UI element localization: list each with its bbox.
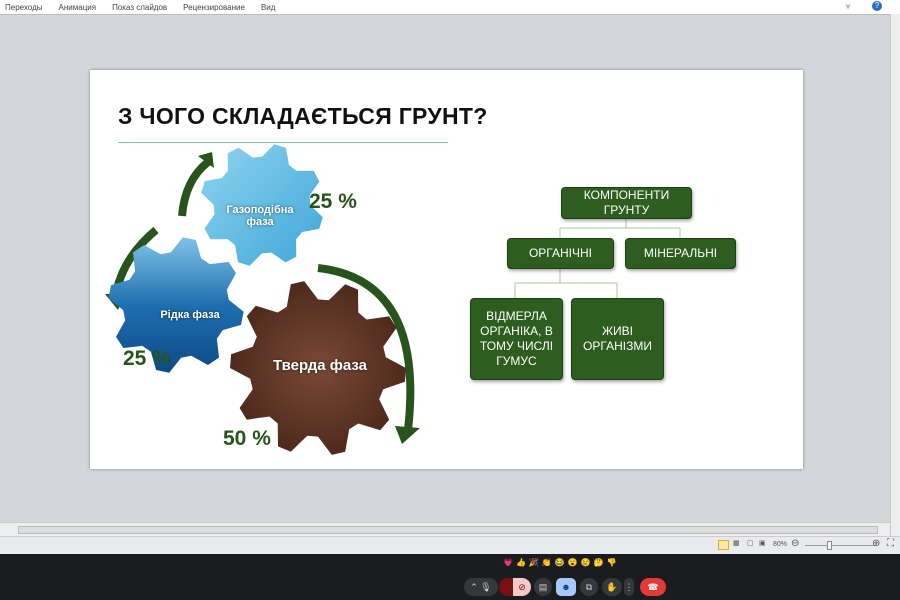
menu-slideshow[interactable]: Показ слайдов bbox=[112, 3, 167, 12]
scroll-thumb[interactable] bbox=[18, 526, 878, 534]
reading-view-button[interactable]: ▢ bbox=[747, 539, 754, 547]
normal-view-button[interactable] bbox=[718, 540, 729, 550]
camera-off-button[interactable]: ⊘ bbox=[499, 578, 531, 596]
horizontal-scrollbar[interactable] bbox=[0, 522, 890, 536]
emoji-button[interactable]: ☻ bbox=[556, 578, 576, 596]
menu-transitions[interactable]: Переходы bbox=[5, 3, 43, 12]
node-organic: ОРГАНІЧНІ bbox=[507, 238, 614, 269]
slideshow-button[interactable]: ▣ bbox=[759, 539, 766, 547]
menu-review[interactable]: Рецензирование bbox=[183, 3, 245, 12]
slide: З ЧОГО СКЛАДАЄТЬСЯ ГРУНТ? Газоподібна фа… bbox=[90, 70, 803, 469]
end-call-button[interactable]: ☎ bbox=[640, 578, 666, 596]
reactions-bar[interactable]: 💗👍🎉👏😂😮😢🤔👎 bbox=[503, 558, 620, 567]
zoom-in-button[interactable]: ⊕ bbox=[872, 538, 880, 549]
raise-hand-button[interactable]: ✋ bbox=[602, 578, 622, 596]
collapse-ribbon-icon[interactable]: ▿ bbox=[846, 2, 850, 11]
menu-view[interactable]: Вид bbox=[261, 3, 275, 12]
node-dead-organics: ВІДМЕРЛА ОРГАНІКА, В ТОМУ ЧИСЛІ ГУМУС bbox=[470, 298, 563, 380]
slide-sorter-button[interactable]: ▦ bbox=[733, 539, 740, 547]
org-connectors bbox=[514, 219, 681, 298]
zoom-out-button[interactable]: ⊖ bbox=[791, 538, 799, 549]
status-bar: ▦ ▢ ▣ 80% ⊖ ⊕ ⛶ bbox=[0, 536, 900, 554]
more-options-button[interactable]: ⋮ bbox=[624, 578, 634, 596]
zoom-level[interactable]: 80% bbox=[773, 541, 787, 548]
vertical-scrollbar[interactable] bbox=[890, 14, 900, 536]
node-mineral: МІНЕРАЛЬНІ bbox=[625, 238, 736, 269]
node-soil-components: КОМПОНЕНТИ ГРУНТУ bbox=[561, 187, 692, 219]
menu-bar: Переходы Анимация Показ слайдов Рецензир… bbox=[0, 0, 900, 14]
help-icon[interactable]: ? bbox=[872, 1, 882, 11]
menu-animation[interactable]: Анимация bbox=[59, 3, 97, 12]
present-button[interactable]: ⧉ bbox=[580, 578, 598, 596]
mic-button[interactable]: ⌃ 🎙 bbox=[464, 578, 498, 596]
zoom-slider-thumb[interactable] bbox=[827, 541, 832, 550]
fit-to-window-button[interactable]: ⛶ bbox=[887, 538, 894, 549]
captions-button[interactable]: ▤ bbox=[534, 578, 552, 596]
zoom-slider[interactable] bbox=[805, 545, 875, 546]
node-living-organisms: ЖИВІ ОРГАНІЗМИ bbox=[571, 298, 664, 380]
